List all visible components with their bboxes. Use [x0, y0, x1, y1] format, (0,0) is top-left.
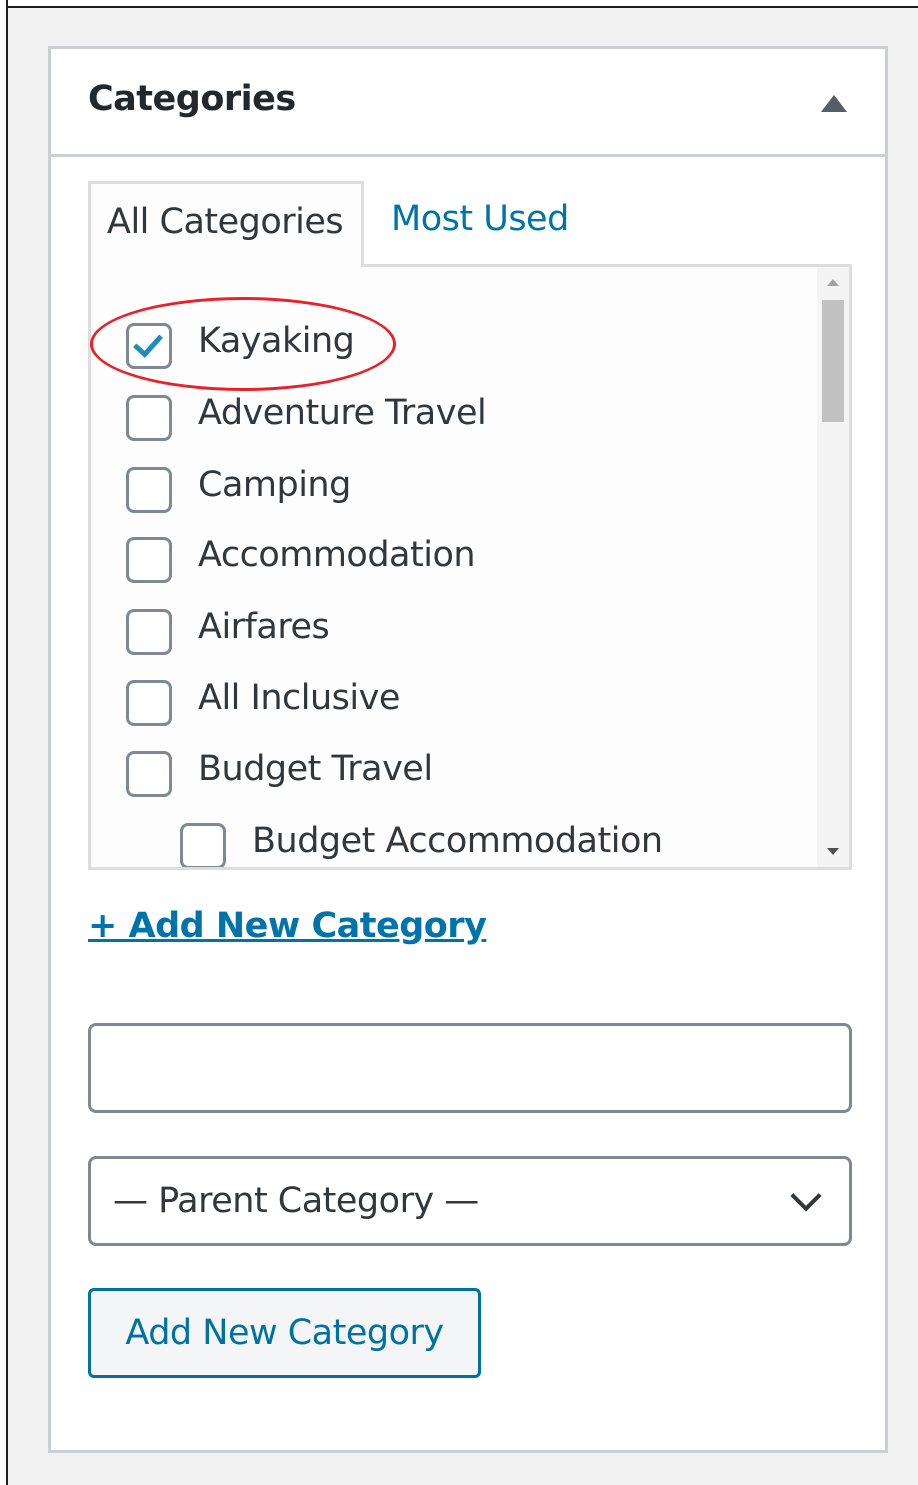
- categories-metabox: Categories All Categories Most Used Kaya…: [48, 46, 888, 1453]
- window-frame-left: [0, 0, 8, 1485]
- scroll-down-arrow-icon[interactable]: [827, 848, 839, 855]
- add-new-category-link[interactable]: + Add New Category: [88, 906, 487, 946]
- category-checkbox-kayaking[interactable]: [126, 323, 172, 369]
- scrollbar-thumb[interactable]: [822, 300, 844, 422]
- category-label: Budget Accommodation: [252, 821, 663, 861]
- category-label: Adventure Travel: [198, 393, 487, 433]
- metabox-title: Categories: [88, 79, 296, 119]
- checklist-scrollbar[interactable]: [817, 267, 849, 867]
- parent-category-selected-value: — Parent Category —: [113, 1181, 479, 1221]
- category-checkbox-adventure-travel[interactable]: [126, 395, 172, 441]
- chevron-down-icon: [790, 1180, 822, 1212]
- tab-all-categories[interactable]: All Categories: [88, 181, 364, 267]
- category-checkbox-airfares[interactable]: [126, 609, 172, 655]
- add-new-category-button[interactable]: Add New Category: [88, 1288, 481, 1378]
- metabox-header: Categories: [51, 49, 885, 157]
- new-category-name-input[interactable]: [88, 1023, 852, 1113]
- category-label: Budget Travel: [198, 749, 433, 789]
- category-checkbox-all-inclusive[interactable]: [126, 680, 172, 726]
- parent-category-select[interactable]: — Parent Category —: [88, 1156, 852, 1246]
- category-checkbox-budget-accommodation[interactable]: [180, 823, 226, 867]
- category-label: Camping: [198, 465, 351, 505]
- category-label: All Inclusive: [198, 678, 400, 718]
- scroll-up-arrow-icon[interactable]: [827, 279, 839, 286]
- category-checkbox-budget-travel[interactable]: [126, 751, 172, 797]
- category-checkbox-camping[interactable]: [126, 467, 172, 513]
- category-checkbox-accommodation[interactable]: [126, 537, 172, 583]
- categories-checklist-panel: Kayaking Adventure Travel Camping Accomm…: [88, 264, 852, 870]
- window-frame-top: [0, 0, 918, 8]
- category-label: Kayaking: [198, 321, 355, 361]
- tab-all-categories-label: All Categories: [107, 202, 344, 242]
- category-label: Accommodation: [198, 535, 476, 575]
- triangle-up-icon[interactable]: [821, 95, 847, 112]
- category-label: Airfares: [198, 607, 330, 647]
- tab-most-used[interactable]: Most Used: [391, 199, 569, 239]
